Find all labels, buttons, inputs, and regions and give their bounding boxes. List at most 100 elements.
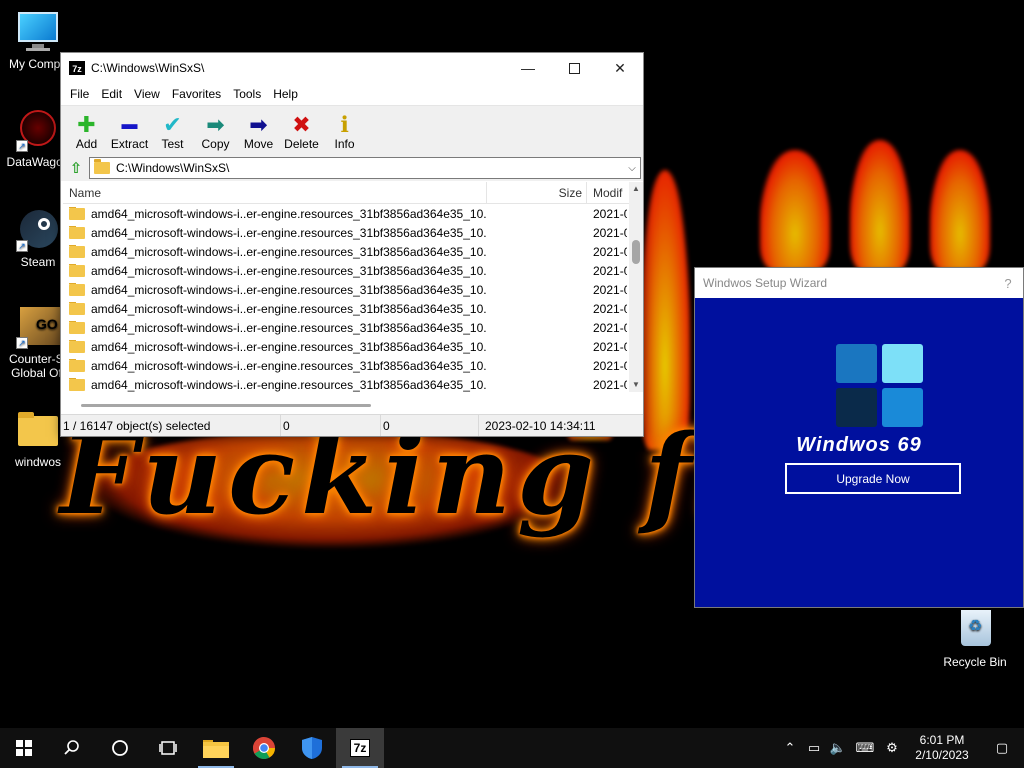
title-bar[interactable]: 7z C:\Windows\WinSxS\ — ✕ <box>61 53 643 83</box>
defender-button[interactable] <box>288 728 336 768</box>
table-row[interactable]: amd64_microsoft-windows-i..er-engine.res… <box>63 318 643 337</box>
start-button[interactable] <box>0 728 48 768</box>
test-button[interactable]: ✔ Test <box>151 113 194 155</box>
task-view-button[interactable] <box>144 728 192 768</box>
close-button[interactable]: ✕ <box>597 53 643 83</box>
move-button[interactable]: ➡ Move <box>237 113 280 155</box>
row-name: amd64_microsoft-windows-i..er-engine.res… <box>91 206 487 221</box>
column-size[interactable]: Size <box>487 182 587 203</box>
menu-edit[interactable]: Edit <box>95 87 128 101</box>
x-icon: ✖ <box>292 112 311 137</box>
flame-decoration <box>930 150 990 270</box>
shortcut-arrow-icon: ↗ <box>16 240 28 252</box>
chevron-up-icon[interactable]: ⌃ <box>778 740 802 756</box>
chevron-down-icon[interactable]: ⌵ <box>624 163 640 174</box>
wizard-title-bar[interactable]: Windwos Setup Wizard ? <box>695 268 1023 298</box>
cortana-button[interactable] <box>96 728 144 768</box>
folder-icon <box>69 339 85 353</box>
folder-icon <box>69 206 85 220</box>
keyboard-icon[interactable]: ⌨ <box>850 740 880 756</box>
menu-tools[interactable]: Tools <box>227 87 267 101</box>
table-row[interactable]: amd64_microsoft-windows-i..er-engine.res… <box>63 356 643 375</box>
clock[interactable]: 6:01 PM 2/10/2023 <box>904 733 980 763</box>
address-path: C:\Windows\WinSxS\ <box>116 161 230 175</box>
file-explorer-button[interactable] <box>192 728 240 768</box>
menu-bar: File Edit View Favorites Tools Help <box>61 83 643 105</box>
add-button[interactable]: ✚ Add <box>65 113 108 155</box>
cortana-icon <box>112 740 128 756</box>
folder-icon <box>69 301 85 315</box>
table-row[interactable]: amd64_microsoft-windows-i..er-engine.res… <box>63 242 643 261</box>
volume-icon[interactable]: 🔈 <box>826 740 850 756</box>
flame-decoration <box>640 170 690 450</box>
row-name-cell: amd64_microsoft-windows-i..er-engine.res… <box>63 320 487 335</box>
file-list[interactable]: Name Size Modif amd64_microsoft-windows-… <box>63 182 643 412</box>
delete-label: Delete <box>284 137 319 151</box>
help-icon[interactable]: ? <box>993 276 1023 291</box>
table-row[interactable]: amd64_microsoft-windows-i..er-engine.res… <box>63 280 643 299</box>
flame-decoration <box>760 150 830 270</box>
csgo-icon: GO ↗ <box>16 305 60 349</box>
menu-favorites[interactable]: Favorites <box>166 87 227 101</box>
status-packed: 0 <box>381 415 479 436</box>
table-row[interactable]: amd64_microsoft-windows-i..er-engine.res… <box>63 204 643 223</box>
minimize-button[interactable]: — <box>505 53 551 83</box>
desktop-icon-recycle-bin[interactable]: ♻ Recycle Bin <box>937 608 1013 669</box>
menu-help[interactable]: Help <box>267 87 304 101</box>
row-name: amd64_microsoft-windows-i..er-engine.res… <box>91 282 487 297</box>
extract-button[interactable]: ▬ Extract <box>108 113 151 155</box>
windows-start-icon <box>16 740 32 756</box>
column-name[interactable]: Name <box>63 182 487 203</box>
folder-icon <box>94 159 110 174</box>
copy-label: Copy <box>201 137 230 151</box>
minus-icon: ▬ <box>121 116 138 133</box>
upgrade-now-button[interactable]: Upgrade Now <box>785 463 961 494</box>
scroll-down-icon[interactable]: ▼ <box>629 378 643 392</box>
row-modified: 2021-0 <box>593 244 627 259</box>
table-row[interactable]: amd64_microsoft-windows-i..er-engine.res… <box>63 337 643 356</box>
toolbar: ✚ Add ▬ Extract ✔ Test ➡ Copy ➡ Move ✖ D… <box>61 105 643 155</box>
network-icon[interactable]: ▭ <box>802 740 826 756</box>
search-button[interactable] <box>48 728 96 768</box>
address-combobox[interactable]: C:\Windows\WinSxS\ ⌵ <box>89 157 641 179</box>
row-name: amd64_microsoft-windows-i..er-engine.res… <box>91 225 487 240</box>
menu-file[interactable]: File <box>64 87 95 101</box>
table-row[interactable]: amd64_microsoft-windows-i..er-engine.res… <box>63 299 643 318</box>
vertical-scrollbar[interactable]: ▲ ▼ <box>629 182 643 392</box>
table-row[interactable]: amd64_microsoft-windows-i..er-engine.res… <box>63 223 643 242</box>
windows-logo-icon <box>836 344 924 427</box>
copy-button[interactable]: ➡ Copy <box>194 113 237 155</box>
list-header: Name Size Modif <box>63 182 643 204</box>
row-name-cell: amd64_microsoft-windows-i..er-engine.res… <box>63 358 487 373</box>
clock-date: 2/10/2023 <box>915 748 969 762</box>
sevenzip-window: 7z C:\Windows\WinSxS\ — ✕ File Edit View… <box>60 52 644 437</box>
status-size: 0 <box>281 415 381 436</box>
wizard-title: Windwos Setup Wizard <box>703 276 828 290</box>
column-modified[interactable]: Modif <box>587 182 627 203</box>
row-modified: 2021-0 <box>593 377 627 392</box>
scroll-up-icon[interactable]: ▲ <box>629 182 643 196</box>
scrollbar-thumb[interactable] <box>81 404 371 407</box>
gear-icon[interactable]: ⚙ <box>880 740 904 756</box>
delete-button[interactable]: ✖ Delete <box>280 113 323 155</box>
row-name-cell: amd64_microsoft-windows-i..er-engine.res… <box>63 225 487 240</box>
menu-view[interactable]: View <box>128 87 166 101</box>
info-label: Info <box>334 137 355 151</box>
close-icon: ✕ <box>614 59 626 76</box>
status-bar: 1 / 16147 object(s) selected 0 0 2023-02… <box>61 414 643 436</box>
row-modified: 2021-0 <box>593 206 627 221</box>
notification-icon[interactable]: ▢ <box>980 740 1024 756</box>
table-row[interactable]: amd64_microsoft-windows-i..er-engine.res… <box>63 261 643 280</box>
up-folder-button[interactable]: ⇧ <box>63 157 89 179</box>
chrome-button[interactable] <box>240 728 288 768</box>
table-row[interactable]: amd64_microsoft-windows-i..er-engine.res… <box>63 375 643 394</box>
horizontal-scrollbar[interactable] <box>63 398 629 412</box>
scrollbar-thumb[interactable] <box>632 240 640 264</box>
info-button[interactable]: ℹ Info <box>323 113 366 155</box>
flame-decoration <box>850 140 910 270</box>
sevenzip-taskbar-button[interactable]: 7z <box>336 728 384 768</box>
maximize-button[interactable] <box>551 53 597 83</box>
setup-wizard-window: Windwos Setup Wizard ? Windwos 69 Upgrad… <box>694 267 1024 608</box>
row-name-cell: amd64_microsoft-windows-i..er-engine.res… <box>63 377 487 392</box>
steam-icon: ↗ <box>16 208 60 252</box>
